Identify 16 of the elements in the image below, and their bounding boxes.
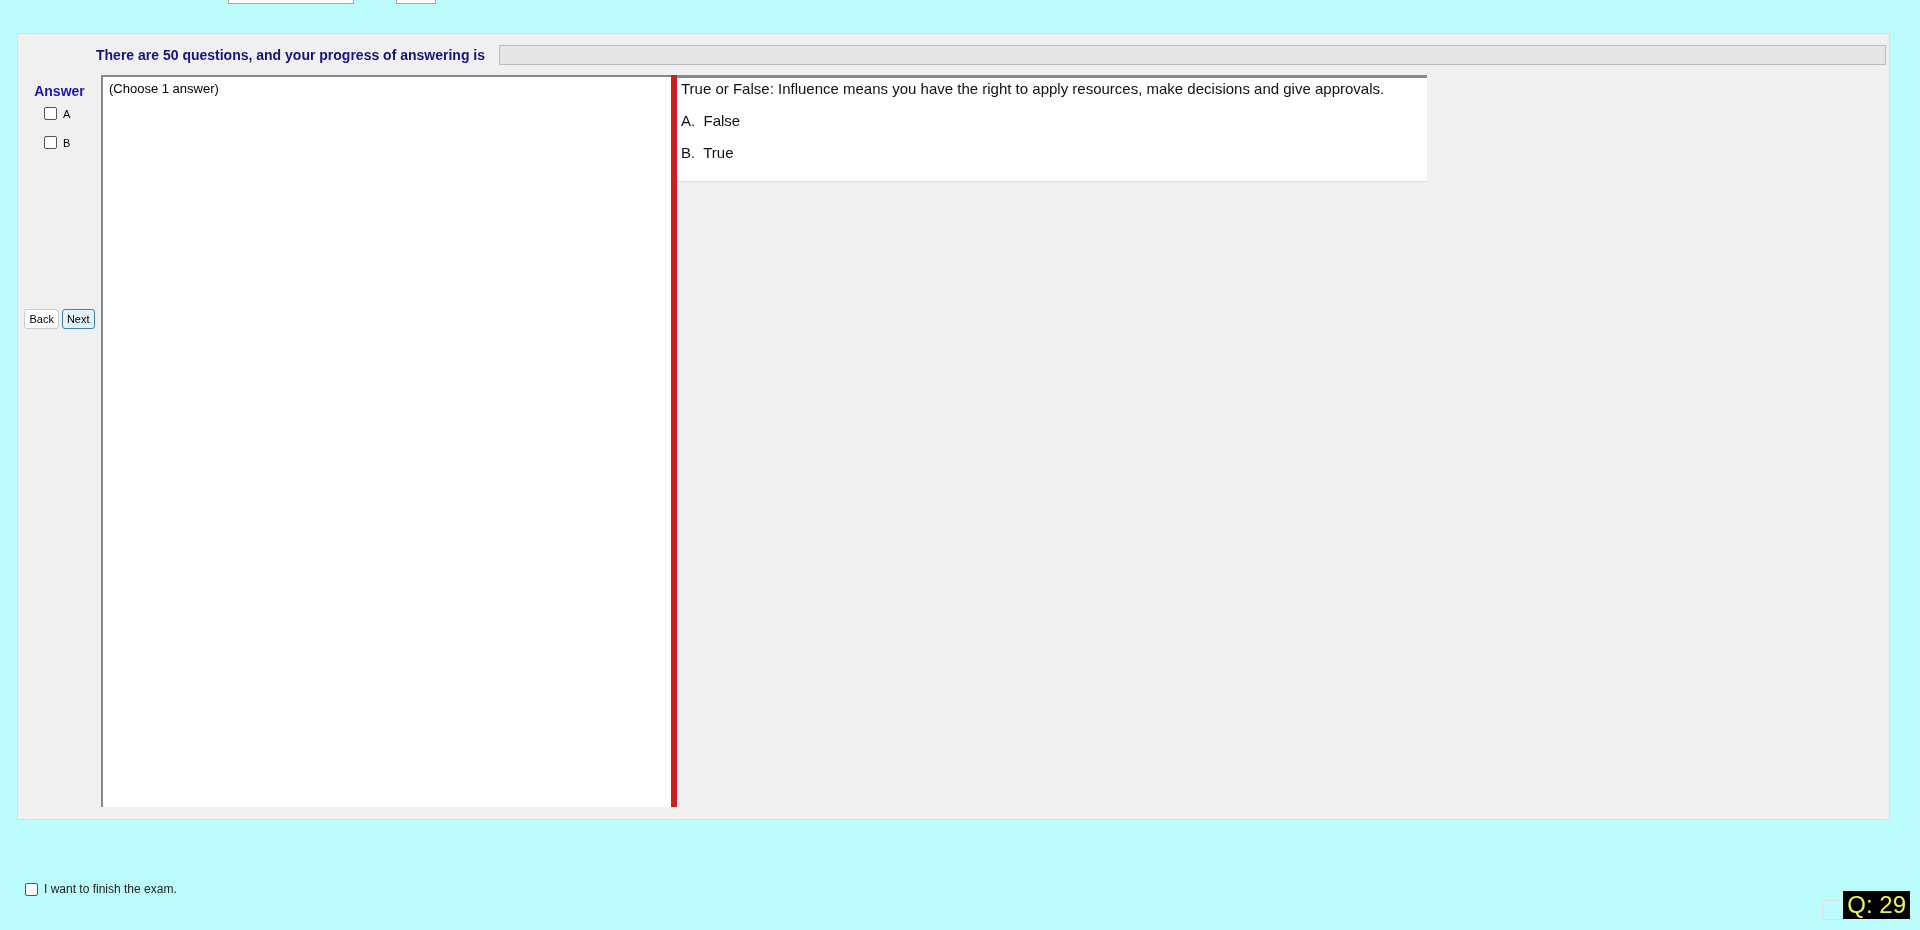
question-counter: Q: 29 — [1843, 891, 1910, 919]
answer-heading: Answer — [34, 83, 85, 99]
progress-text: There are 50 questions, and your progress of answering is — [96, 46, 485, 63]
checkbox[interactable] — [44, 107, 57, 120]
choice-text: A. False — [681, 112, 742, 129]
choice-text: B. True — [681, 144, 735, 161]
option-label: A — [63, 107, 71, 120]
option-label: B — [63, 136, 71, 149]
finish-label: I want to finish the exam. — [44, 882, 177, 896]
splitter-handle[interactable] — [671, 75, 677, 807]
checkbox[interactable] — [44, 136, 57, 149]
back-button[interactable]: Back — [24, 309, 59, 329]
checkbox[interactable] — [25, 882, 38, 896]
question-text: True or False: Influence means you have the right to apply resources, make decisions and give approvals. — [681, 80, 1386, 97]
next-button[interactable]: Next — [61, 309, 95, 329]
instruction-text: (Choose 1 answer) — [109, 81, 219, 96]
